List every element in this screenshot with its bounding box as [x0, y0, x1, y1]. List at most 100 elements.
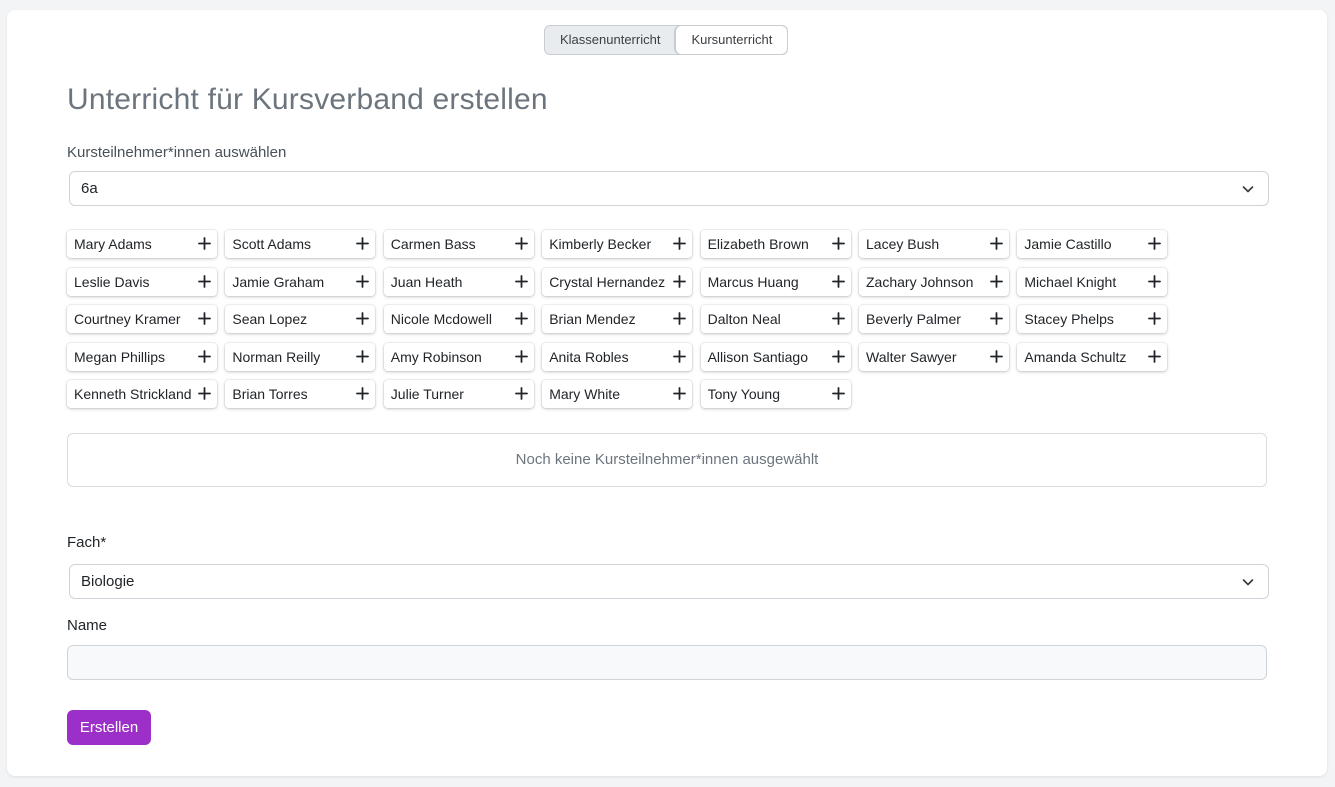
student-chip[interactable]: Beverly Palmer [859, 305, 1009, 333]
main-card: Klassenunterricht Kursunterricht Unterri… [7, 10, 1327, 776]
page-title: Unterricht für Kursverband erstellen [67, 83, 548, 116]
plus-icon[interactable] [990, 237, 1003, 250]
student-chip-label: Walter Sawyer [866, 348, 957, 365]
plus-icon[interactable] [673, 387, 687, 400]
plus-icon[interactable] [356, 237, 370, 250]
toggle-klassenunterricht[interactable]: Klassenunterricht [545, 26, 675, 54]
chevron-down-icon [1242, 579, 1254, 586]
student-chip[interactable]: Brian Mendez [542, 305, 693, 333]
plus-icon[interactable] [990, 274, 1003, 288]
mode-toggle: Klassenunterricht Kursunterricht [544, 25, 789, 55]
student-chip-label: Sean Lopez [232, 311, 308, 327]
student-chip-label: Jamie Castillo [1024, 236, 1112, 252]
student-chip[interactable]: Walter Sawyer [859, 342, 1009, 371]
student-chip[interactable]: Leslie Davis [67, 267, 217, 296]
toggle-kursunterricht[interactable]: Kursunterricht [675, 26, 788, 54]
student-chip-label: Zachary Johnson [866, 273, 974, 290]
student-chip[interactable]: Mary White [542, 380, 693, 408]
plus-icon[interactable] [198, 312, 211, 325]
plus-icon[interactable] [673, 349, 687, 363]
plus-icon[interactable] [514, 274, 528, 288]
student-chip[interactable]: Scott Adams [225, 230, 376, 258]
student-chip[interactable]: Kenneth Strickland [67, 380, 217, 408]
student-chip[interactable]: Brian Torres [225, 380, 376, 408]
plus-icon[interactable] [198, 349, 211, 363]
plus-icon[interactable] [514, 349, 528, 363]
participants-label: Kursteilnehmer*innen auswählen [67, 144, 287, 161]
create-button[interactable]: Erstellen [67, 710, 151, 745]
student-chip-label: Amy Robinson [390, 348, 482, 365]
student-chip-label: Brian Mendez [549, 311, 636, 327]
student-chip[interactable]: Marcus Huang [700, 267, 851, 296]
student-chip-label: Nicole Mcdowell [390, 311, 492, 327]
plus-icon[interactable] [831, 312, 845, 325]
plus-icon[interactable] [198, 387, 211, 400]
plus-icon[interactable] [514, 312, 528, 325]
student-chip[interactable]: Kimberly Becker [542, 230, 693, 258]
plus-icon[interactable] [514, 387, 528, 400]
student-chip-label: Juan Heath [390, 273, 463, 290]
plus-icon[interactable] [1148, 237, 1162, 250]
student-chip[interactable]: Tony Young [700, 380, 851, 408]
student-chip-label: Tony Young [707, 386, 780, 402]
class-select[interactable]: 6a [69, 171, 1269, 206]
student-chip[interactable]: Crystal Hernandez [542, 267, 693, 296]
student-chip[interactable]: Julie Turner [383, 380, 534, 408]
student-chip[interactable]: Michael Knight [1017, 267, 1168, 296]
student-chip[interactable]: Amanda Schultz [1017, 342, 1168, 371]
plus-icon[interactable] [673, 237, 687, 250]
plus-icon[interactable] [831, 349, 845, 363]
class-select-value: 6a [81, 180, 98, 197]
student-chip[interactable]: Dalton Neal [700, 305, 851, 333]
student-chip-label: Lacey Bush [866, 236, 940, 252]
student-chip[interactable]: Jamie Castillo [1017, 230, 1168, 258]
student-chip[interactable]: Nicole Mcdowell [383, 305, 534, 333]
student-chip-label: Carmen Bass [390, 236, 476, 252]
student-chip[interactable]: Sean Lopez [225, 305, 376, 333]
student-chip-label: Jamie Graham [232, 273, 325, 290]
plus-icon[interactable] [990, 349, 1003, 363]
student-chip-label: Amanda Schultz [1024, 348, 1127, 365]
plus-icon[interactable] [990, 312, 1003, 325]
subject-select[interactable]: Biologie [69, 564, 1269, 599]
student-chip[interactable]: Allison Santiago [700, 342, 851, 371]
plus-icon[interactable] [831, 237, 845, 250]
plus-icon[interactable] [1148, 312, 1162, 325]
empty-selection-message: Noch keine Kursteilnehmer*innen ausgewäh… [515, 451, 819, 468]
student-chip-label: Courtney Kramer [74, 311, 181, 327]
subject-select-value: Biologie [81, 573, 135, 590]
plus-icon[interactable] [1148, 274, 1162, 288]
student-chip[interactable]: Jamie Graham [225, 267, 376, 296]
student-chip[interactable]: Amy Robinson [383, 342, 534, 371]
student-chip-label: Dalton Neal [707, 311, 781, 327]
student-chip[interactable]: Norman Reilly [225, 342, 376, 371]
plus-icon[interactable] [198, 274, 211, 288]
plus-icon[interactable] [673, 312, 687, 325]
student-chip-label: Scott Adams [232, 236, 311, 252]
plus-icon[interactable] [673, 274, 687, 288]
name-input[interactable] [67, 645, 1267, 680]
plus-icon[interactable] [356, 312, 370, 325]
student-chip[interactable]: Stacey Phelps [1017, 305, 1168, 333]
student-chip[interactable]: Mary Adams [67, 230, 217, 258]
plus-icon[interactable] [356, 349, 370, 363]
student-chip[interactable]: Courtney Kramer [67, 305, 217, 333]
student-chip-label: Marcus Huang [707, 273, 799, 290]
student-chip[interactable]: Zachary Johnson [859, 267, 1009, 296]
plus-icon[interactable] [514, 237, 528, 250]
student-chip[interactable]: Lacey Bush [859, 230, 1009, 258]
student-chip-label: Leslie Davis [74, 273, 150, 290]
student-chip[interactable]: Elizabeth Brown [700, 230, 851, 258]
student-chip[interactable]: Megan Phillips [67, 342, 217, 371]
student-chip-label: Brian Torres [232, 386, 308, 402]
student-chip[interactable]: Carmen Bass [383, 230, 534, 258]
plus-icon[interactable] [1148, 349, 1162, 363]
chevron-down-icon [1242, 186, 1254, 193]
plus-icon[interactable] [831, 274, 845, 288]
student-chip[interactable]: Juan Heath [383, 267, 534, 296]
plus-icon[interactable] [356, 274, 370, 288]
plus-icon[interactable] [356, 387, 370, 400]
plus-icon[interactable] [198, 237, 211, 250]
plus-icon[interactable] [831, 387, 845, 400]
student-chip[interactable]: Anita Robles [542, 342, 693, 371]
